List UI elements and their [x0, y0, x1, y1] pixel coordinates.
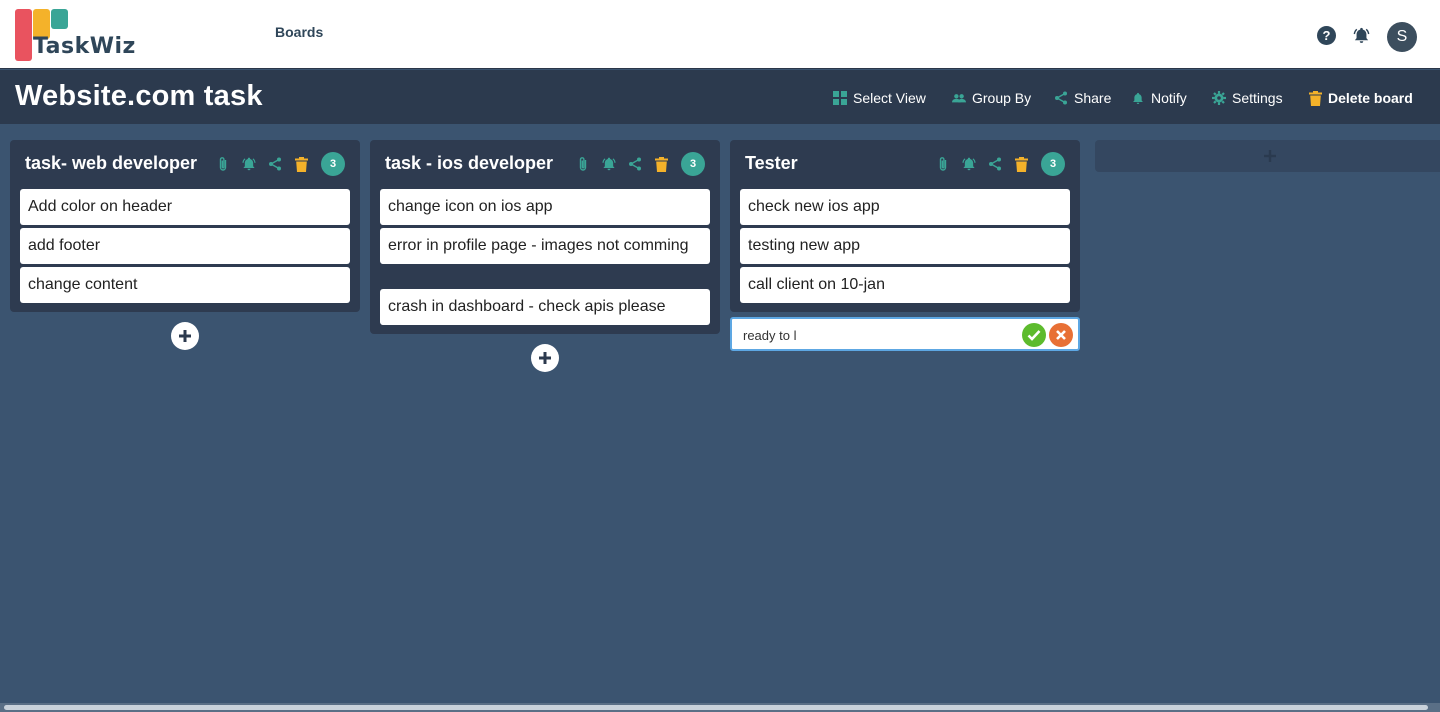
- select-view-button[interactable]: Select View: [833, 89, 926, 107]
- notify-button[interactable]: Notify: [1131, 89, 1187, 107]
- add-card-button[interactable]: [171, 322, 199, 350]
- user-avatar[interactable]: S: [1387, 22, 1417, 52]
- close-icon: [1056, 330, 1066, 340]
- list-title: task- web developer: [25, 153, 198, 173]
- logo-bar-teal: [51, 9, 68, 29]
- share-button[interactable]: Share: [1054, 89, 1111, 107]
- list-title: Tester: [745, 153, 798, 173]
- add-card-button[interactable]: [531, 344, 559, 372]
- share-icon[interactable]: [987, 156, 1003, 172]
- select-view-label: Select View: [853, 90, 926, 106]
- cancel-add-button[interactable]: [1049, 323, 1073, 347]
- logo-text: TaskWiz: [33, 34, 136, 59]
- plus-icon: [539, 352, 551, 364]
- trash-icon[interactable]: [293, 156, 309, 172]
- horizontal-scrollbar[interactable]: [0, 703, 1440, 712]
- task-card[interactable]: add footer: [20, 228, 350, 264]
- new-card-input[interactable]: [743, 325, 1013, 345]
- task-card[interactable]: error in profile page - images not commi…: [380, 228, 710, 264]
- board-header: Website.com task Select View Group By Sh…: [0, 70, 1440, 124]
- paperclip-icon[interactable]: [935, 156, 951, 172]
- confirm-add-button[interactable]: [1022, 323, 1046, 347]
- plus-icon: [1264, 150, 1276, 162]
- settings-button[interactable]: Settings: [1212, 89, 1283, 107]
- task-card[interactable]: testing new app: [740, 228, 1070, 264]
- group-by-button[interactable]: Group By: [952, 89, 1031, 107]
- share-icon[interactable]: [267, 156, 283, 172]
- trash-icon: [1308, 90, 1322, 106]
- delete-board-label: Delete board: [1328, 90, 1413, 106]
- task-card[interactable]: change icon on ios app: [380, 189, 710, 225]
- nav-boards-link[interactable]: Boards: [275, 24, 323, 40]
- task-card[interactable]: change content: [20, 267, 350, 303]
- bell-icon: [1131, 91, 1145, 105]
- scrollbar-thumb[interactable]: [4, 705, 1428, 710]
- plus-icon: [179, 330, 191, 342]
- notifications-bell-icon[interactable]: [1352, 26, 1371, 45]
- card-count-badge: 3: [1041, 152, 1065, 176]
- share-label: Share: [1074, 90, 1112, 106]
- paperclip-icon[interactable]: [215, 156, 231, 172]
- settings-label: Settings: [1232, 90, 1283, 106]
- paperclip-icon[interactable]: [575, 156, 591, 172]
- bell-icon[interactable]: [241, 156, 257, 172]
- task-card[interactable]: crash in dashboard - check apis please: [380, 289, 710, 325]
- users-icon: [952, 91, 966, 105]
- share-icon: [1054, 91, 1068, 105]
- grid-icon: [833, 91, 847, 105]
- group-by-label: Group By: [972, 90, 1032, 106]
- share-icon[interactable]: [627, 156, 643, 172]
- trash-icon[interactable]: [1013, 156, 1029, 172]
- logo-bar-red: [15, 9, 32, 61]
- notify-label: Notify: [1151, 90, 1187, 106]
- card-count-badge: 3: [681, 152, 705, 176]
- trash-icon[interactable]: [653, 156, 669, 172]
- list-column: task- web developer 3 Add color on heade…: [10, 140, 360, 312]
- list-actions: 3: [935, 152, 1065, 176]
- list-title: task - ios developer: [385, 153, 554, 173]
- help-icon[interactable]: ?: [1317, 26, 1336, 45]
- bell-icon[interactable]: [961, 156, 977, 172]
- list-column: task - ios developer 3 change icon on io…: [370, 140, 720, 334]
- taskwiz-logo[interactable]: TaskWiz: [14, 6, 154, 62]
- board-title: Website.com task: [15, 80, 263, 112]
- task-card[interactable]: Add color on header: [20, 189, 350, 225]
- add-list-button[interactable]: [1095, 140, 1440, 172]
- gear-icon: [1212, 91, 1226, 105]
- task-card[interactable]: check new ios app: [740, 189, 1070, 225]
- top-navbar: TaskWiz Boards ? S: [0, 0, 1440, 69]
- task-card[interactable]: call client on 10-jan: [740, 267, 1070, 303]
- delete-board-button[interactable]: Delete board: [1308, 89, 1413, 107]
- list-actions: 3: [575, 152, 705, 176]
- list-column: Tester 3 check new ios app testing new a…: [730, 140, 1080, 312]
- card-count-badge: 3: [321, 152, 345, 176]
- bell-icon[interactable]: [601, 156, 617, 172]
- new-card-composer: [730, 317, 1080, 351]
- check-icon: [1027, 330, 1041, 341]
- list-actions: 3: [215, 152, 345, 176]
